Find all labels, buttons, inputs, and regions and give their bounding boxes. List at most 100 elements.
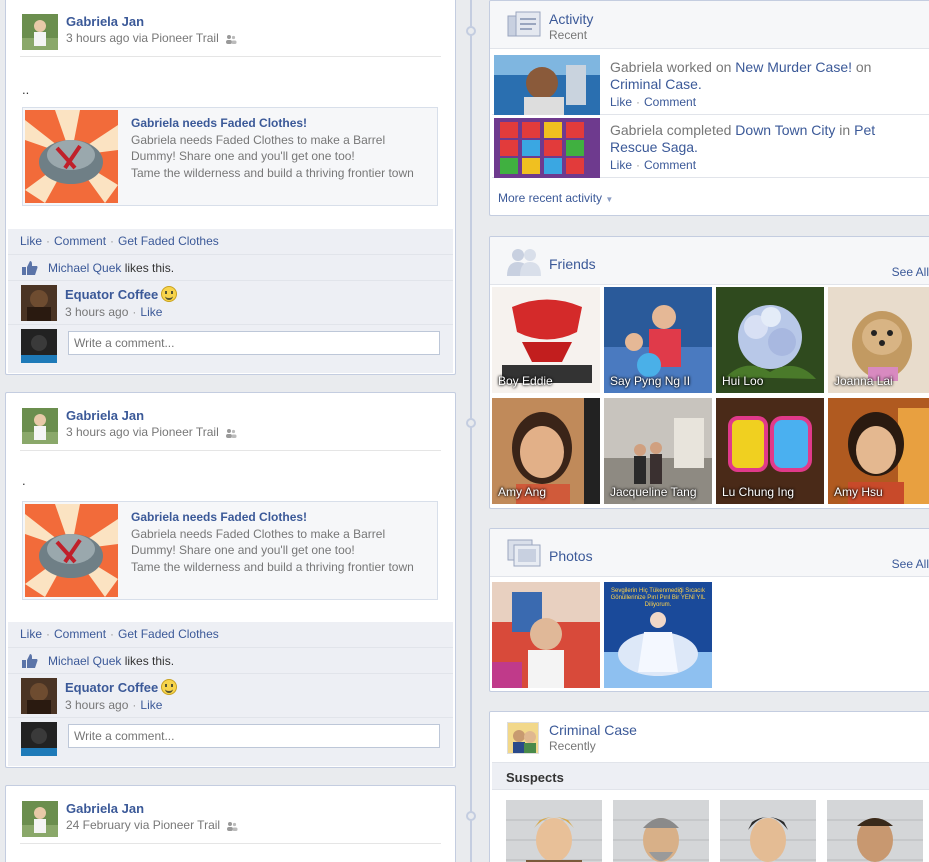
liker-name[interactable]: Michael Quek	[48, 261, 121, 275]
attachment-image[interactable]	[25, 504, 118, 597]
activity-middle: on	[852, 59, 872, 75]
like-link[interactable]: Like	[610, 95, 632, 109]
friend-tile[interactable]: Amy Ang	[492, 398, 600, 504]
post-actions: Like · Comment · Get Faded Clothes	[8, 229, 453, 255]
photo-thumbnail[interactable]: Sevgilerin Hiç Tükenmediği Sıcacık Gönül…	[604, 582, 712, 688]
friend-name[interactable]: Joanna Lai	[834, 374, 893, 388]
criminal-case-app-icon[interactable]	[507, 722, 539, 754]
author-avatar[interactable]	[22, 408, 58, 444]
friends-icon	[507, 249, 541, 276]
get-item-link[interactable]: Get Faded Clothes	[118, 234, 219, 248]
comment-link[interactable]: Comment	[644, 158, 696, 172]
suspect-portrait[interactable]	[506, 800, 602, 862]
activity-link[interactable]: New Murder Case!	[735, 59, 852, 75]
attachment-image[interactable]	[25, 110, 118, 203]
comment-author[interactable]: Equator Coffee	[65, 679, 178, 695]
friend-name[interactable]: Amy Ang	[498, 485, 546, 499]
attachment-title[interactable]: Gabriela needs Faded Clothes!	[131, 116, 307, 130]
friends-audience-icon[interactable]	[225, 34, 237, 44]
comment-composer	[8, 718, 453, 758]
more-activity-link[interactable]: More recent activity ▼	[498, 191, 613, 205]
attachment-title[interactable]: Gabriela needs Faded Clothes!	[131, 510, 307, 524]
commenter-avatar[interactable]	[21, 285, 57, 321]
activity-app-link[interactable]: Criminal Case.	[610, 76, 702, 92]
get-item-link[interactable]: Get Faded Clothes	[118, 627, 219, 641]
activity-text: Gabriela completed Down Town City in Pet…	[610, 122, 920, 156]
photos-icon	[507, 539, 541, 567]
post-meta-text: 3 hours ago via Pioneer Trail	[66, 31, 219, 45]
separator-dot: ·	[636, 158, 641, 172]
comment-author-name[interactable]: Equator Coffee	[65, 680, 158, 695]
post-header: Gabriela Jan 3 hours ago via Pioneer Tra…	[20, 0, 441, 57]
feedback-area: Like · Comment · Get Faded Clothes Michael Q…	[8, 229, 453, 373]
post-meta-text: 24 February via Pioneer Trail	[66, 818, 221, 832]
friend-tile[interactable]: Amy Hsu	[828, 398, 929, 504]
author-avatar[interactable]	[22, 801, 58, 837]
comment-input[interactable]	[68, 331, 440, 355]
friend-tile[interactable]: Lu Chung Ing	[716, 398, 824, 504]
comment-author-name[interactable]: Equator Coffee	[65, 287, 158, 302]
comment-input[interactable]	[68, 724, 440, 748]
comment-link[interactable]: Comment	[644, 95, 696, 109]
suspect-portrait[interactable]	[720, 800, 816, 862]
chevron-down-icon: ▼	[605, 195, 614, 204]
post-author[interactable]: Gabriela Jan	[66, 801, 144, 816]
friend-tile[interactable]: Say Pyng Ng II	[604, 287, 712, 393]
like-link[interactable]: Like	[610, 158, 632, 172]
liker-name[interactable]: Michael Quek	[48, 654, 121, 668]
photos-title[interactable]: Photos	[549, 548, 593, 564]
friend-name[interactable]: Boy Eddie	[498, 374, 553, 388]
comment-author[interactable]: Equator Coffee	[65, 286, 178, 302]
friends-see-all[interactable]: See All	[892, 265, 929, 279]
activity-link[interactable]: Down Town City	[735, 122, 835, 138]
friend-tile[interactable]: Jacqueline Tang	[604, 398, 712, 504]
timeline-post: Gabriela Jan 3 hours ago via Pioneer Tra…	[5, 392, 456, 768]
friend-tile[interactable]: Joanna Lai	[828, 287, 929, 393]
friend-name[interactable]: Say Pyng Ng II	[610, 374, 690, 388]
friend-name[interactable]: Jacqueline Tang	[610, 485, 697, 499]
friend-name[interactable]: Lu Chung Ing	[722, 485, 794, 499]
attachment-caption: Tame the wilderness and build a thriving…	[131, 166, 414, 180]
activity-title[interactable]: Activity	[549, 11, 593, 27]
post-author[interactable]: Gabriela Jan	[66, 408, 144, 423]
comment-link[interactable]: Comment	[54, 234, 106, 248]
author-avatar[interactable]	[22, 14, 58, 50]
activity-thumbnail[interactable]	[494, 55, 600, 115]
attachment-description: Gabriela needs Faded Clothes to make a B…	[131, 527, 386, 557]
friends-box: Friends See All Boy Eddie Say Pyng Ng II…	[489, 236, 929, 509]
commenter-avatar[interactable]	[21, 678, 57, 714]
friends-audience-icon[interactable]	[225, 428, 237, 438]
photo-caption: Sevgilerin Hiç Tükenmediği Sıcacık Gönül…	[610, 588, 706, 608]
friend-tile[interactable]: Hui Loo	[716, 287, 824, 393]
post-author[interactable]: Gabriela Jan	[66, 14, 144, 29]
photos-see-all[interactable]: See All	[892, 557, 929, 571]
timeline-dot	[466, 418, 476, 428]
more-activity-label[interactable]: More recent activity	[498, 191, 602, 205]
friend-name[interactable]: Hui Loo	[722, 374, 763, 388]
friends-title[interactable]: Friends	[549, 256, 596, 272]
activity-thumbnail[interactable]	[494, 118, 600, 178]
friend-name[interactable]: Amy Hsu	[834, 485, 883, 499]
friend-tile[interactable]: Boy Eddie	[492, 287, 600, 393]
story-attachment[interactable]: Gabriela needs Faded Clothes! Gabriela n…	[22, 501, 438, 600]
comment-link[interactable]: Comment	[54, 627, 106, 641]
criminal-case-title[interactable]: Criminal Case	[549, 722, 637, 738]
criminal-case-subtitle: Recently	[549, 739, 596, 753]
photo-thumbnail[interactable]	[492, 582, 600, 688]
post-meta: 3 hours ago via Pioneer Trail	[66, 31, 237, 45]
friends-audience-icon[interactable]	[226, 821, 238, 831]
suspects-section: Suspects	[492, 762, 929, 790]
activity-prefix: Gabriela completed	[610, 122, 736, 138]
story-attachment[interactable]: Gabriela needs Faded Clothes! Gabriela n…	[22, 107, 438, 206]
like-link[interactable]: Like	[20, 234, 42, 248]
post-text: .	[22, 473, 26, 488]
activity-subtitle: Recent	[549, 28, 588, 42]
likes-suffix: likes this.	[121, 261, 175, 275]
comment-like-link[interactable]: Like	[140, 698, 162, 712]
suspect-portrait[interactable]	[613, 800, 709, 862]
timeline-spine	[470, 0, 472, 862]
suspect-portrait[interactable]	[827, 800, 923, 862]
comment-like-link[interactable]: Like	[140, 305, 162, 319]
attachment-description: Gabriela needs Faded Clothes to make a B…	[131, 133, 386, 163]
like-link[interactable]: Like	[20, 627, 42, 641]
